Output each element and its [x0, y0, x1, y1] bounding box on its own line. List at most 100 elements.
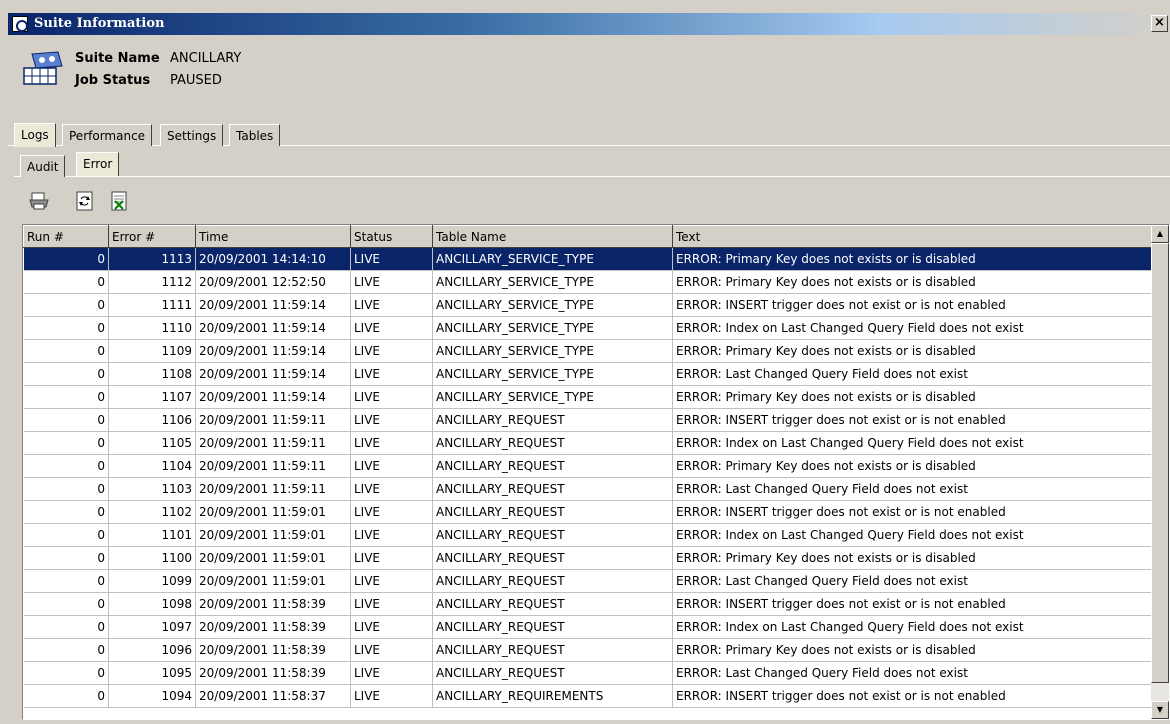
text-cell: ERROR: INSERT trigger does not exist or … [672, 592, 1152, 616]
column-header-error[interactable]: Error # [108, 225, 196, 248]
export-icon[interactable] [108, 190, 130, 212]
run-cell: 0 [23, 661, 109, 685]
table-name-cell: ANCILLARY_REQUEST [432, 592, 673, 616]
subtab-strip-line [14, 176, 1170, 177]
text-cell: ERROR: Index on Last Changed Query Field… [672, 316, 1152, 340]
table-row[interactable]: 0 1109 20/09/2001 11:59:14 LIVE ANCILLARY_SE… [23, 339, 1152, 363]
time-cell: 20/09/2001 11:59:11 [195, 408, 351, 432]
status-cell: LIVE [350, 316, 433, 340]
scroll-down-button[interactable]: ▼ [1151, 701, 1169, 719]
table-name-cell: ANCILLARY_SERVICE_TYPE [432, 362, 673, 386]
table-row[interactable]: 0 1112 20/09/2001 12:52:50 LIVE ANCILLARY_SE… [23, 270, 1152, 294]
table-name-cell: ANCILLARY_REQUEST [432, 661, 673, 685]
table-row[interactable]: 0 1099 20/09/2001 11:59:01 LIVE ANCILLARY_RE… [23, 569, 1152, 593]
time-cell: 20/09/2001 14:14:10 [195, 247, 351, 271]
table-name-cell: ANCILLARY_REQUEST [432, 431, 673, 455]
tab-settings[interactable]: Settings [160, 124, 224, 146]
table-row[interactable]: 0 1094 20/09/2001 11:58:37 LIVE ANCILLARY_RE… [23, 684, 1152, 708]
column-header-status[interactable]: Status [350, 225, 433, 248]
time-cell: 20/09/2001 11:58:39 [195, 615, 351, 639]
error-cell: 1100 [108, 546, 196, 570]
job-status-label: Job Status [75, 73, 151, 88]
table-row[interactable]: 0 1098 20/09/2001 11:58:39 LIVE ANCILLARY_RE… [23, 592, 1152, 616]
time-cell: 20/09/2001 11:59:14 [195, 339, 351, 363]
title-bar[interactable]: Suite Information × [8, 13, 1170, 35]
scroll-thumb[interactable] [1151, 243, 1169, 683]
run-cell: 0 [23, 247, 109, 271]
status-cell: LIVE [350, 661, 433, 685]
text-cell: ERROR: Primary Key does not exists or is… [672, 638, 1152, 662]
table-name-cell: ANCILLARY_REQUEST [432, 546, 673, 570]
column-header-text[interactable]: Text [672, 225, 1152, 248]
table-row[interactable]: 0 1108 20/09/2001 11:59:14 LIVE ANCILLARY_SE… [23, 362, 1152, 386]
table-row[interactable]: 0 1095 20/09/2001 11:58:39 LIVE ANCILLARY_RE… [23, 661, 1152, 685]
run-cell: 0 [23, 638, 109, 662]
status-cell: LIVE [350, 592, 433, 616]
table-row[interactable]: 0 1105 20/09/2001 11:59:11 LIVE ANCILLARY_RE… [23, 431, 1152, 455]
refresh-icon[interactable] [74, 190, 96, 212]
table-row[interactable]: 0 1106 20/09/2001 11:59:11 LIVE ANCILLARY_RE… [23, 408, 1152, 432]
table-name-cell: ANCILLARY_REQUEST [432, 454, 673, 478]
vertical-scrollbar[interactable]: ▲ ▼ [1151, 225, 1169, 719]
run-cell: 0 [23, 569, 109, 593]
suite-info-panel: Suite Name ANCILLARY Job Status PAUSED [75, 48, 241, 92]
table-row[interactable]: 0 1101 20/09/2001 11:59:01 LIVE ANCILLARY_RE… [23, 523, 1152, 547]
tab-tables[interactable]: Tables [229, 124, 281, 146]
table-name-cell: ANCILLARY_REQUIREMENTS [432, 684, 673, 708]
table-row[interactable]: 0 1113 20/09/2001 14:14:10 LIVE ANCILLARY_SE… [23, 247, 1152, 271]
text-cell: ERROR: INSERT trigger does not exist or … [672, 684, 1152, 708]
text-cell: ERROR: Index on Last Changed Query Field… [672, 615, 1152, 639]
tab-performance[interactable]: Performance [62, 124, 153, 146]
table-row[interactable]: 0 1100 20/09/2001 11:59:01 LIVE ANCILLARY_RE… [23, 546, 1152, 570]
table-row[interactable]: 0 1102 20/09/2001 11:59:01 LIVE ANCILLARY_RE… [23, 500, 1152, 524]
error-cell: 1109 [108, 339, 196, 363]
table-row[interactable]: 0 1096 20/09/2001 11:58:39 LIVE ANCILLARY_RE… [23, 638, 1152, 662]
scroll-up-button[interactable]: ▲ [1151, 225, 1169, 243]
close-button[interactable]: × [1151, 15, 1168, 32]
text-cell: ERROR: Primary Key does not exists or is… [672, 247, 1152, 271]
table-name-cell: ANCILLARY_REQUEST [432, 408, 673, 432]
tab-logs[interactable]: Logs [14, 123, 56, 147]
time-cell: 20/09/2001 11:59:14 [195, 293, 351, 317]
table-row[interactable]: 0 1103 20/09/2001 11:59:11 LIVE ANCILLARY_RE… [23, 477, 1152, 501]
time-cell: 20/09/2001 11:59:14 [195, 362, 351, 386]
error-cell: 1095 [108, 661, 196, 685]
table-row[interactable]: 0 1097 20/09/2001 11:58:39 LIVE ANCILLARY_RE… [23, 615, 1152, 639]
status-cell: LIVE [350, 500, 433, 524]
status-cell: LIVE [350, 270, 433, 294]
text-cell: ERROR: Index on Last Changed Query Field… [672, 431, 1152, 455]
table-name-cell: ANCILLARY_REQUEST [432, 477, 673, 501]
run-cell: 0 [23, 592, 109, 616]
status-cell: LIVE [350, 385, 433, 409]
status-cell: LIVE [350, 546, 433, 570]
table-name-cell: ANCILLARY_REQUEST [432, 569, 673, 593]
time-cell: 20/09/2001 11:59:14 [195, 385, 351, 409]
column-header-time[interactable]: Time [195, 225, 351, 248]
time-cell: 20/09/2001 11:59:11 [195, 454, 351, 478]
suite-name-value: ANCILLARY [170, 51, 242, 66]
column-header-table-name[interactable]: Table Name [432, 225, 673, 248]
text-cell: ERROR: Last Changed Query Field does not… [672, 661, 1152, 685]
error-cell: 1113 [108, 247, 196, 271]
error-cell: 1098 [108, 592, 196, 616]
error-cell: 1099 [108, 569, 196, 593]
time-cell: 20/09/2001 11:59:14 [195, 316, 351, 340]
error-cell: 1112 [108, 270, 196, 294]
run-cell: 0 [23, 615, 109, 639]
table-row[interactable]: 0 1111 20/09/2001 11:59:14 LIVE ANCILLARY_SE… [23, 293, 1152, 317]
run-cell: 0 [23, 339, 109, 363]
print-icon[interactable] [28, 190, 50, 212]
header-row: Run # Error # Time Status Table Name Tex… [23, 225, 1152, 248]
text-cell: ERROR: Last Changed Query Field does not… [672, 569, 1152, 593]
error-cell: 1105 [108, 431, 196, 455]
table-row[interactable]: 0 1104 20/09/2001 11:59:11 LIVE ANCILLARY_RE… [23, 454, 1152, 478]
time-cell: 20/09/2001 11:59:11 [195, 431, 351, 455]
tab-audit[interactable]: Audit [20, 155, 66, 177]
error-log-grid[interactable]: Run # Error # Time Status Table Name Tex… [22, 224, 1170, 720]
status-cell: LIVE [350, 431, 433, 455]
column-header-run[interactable]: Run # [23, 225, 109, 248]
tab-error[interactable]: Error [76, 152, 120, 176]
table-row[interactable]: 0 1110 20/09/2001 11:59:14 LIVE ANCILLARY_SE… [23, 316, 1152, 340]
table-row[interactable]: 0 1107 20/09/2001 11:59:14 LIVE ANCILLARY_SE… [23, 385, 1152, 409]
error-cell: 1101 [108, 523, 196, 547]
